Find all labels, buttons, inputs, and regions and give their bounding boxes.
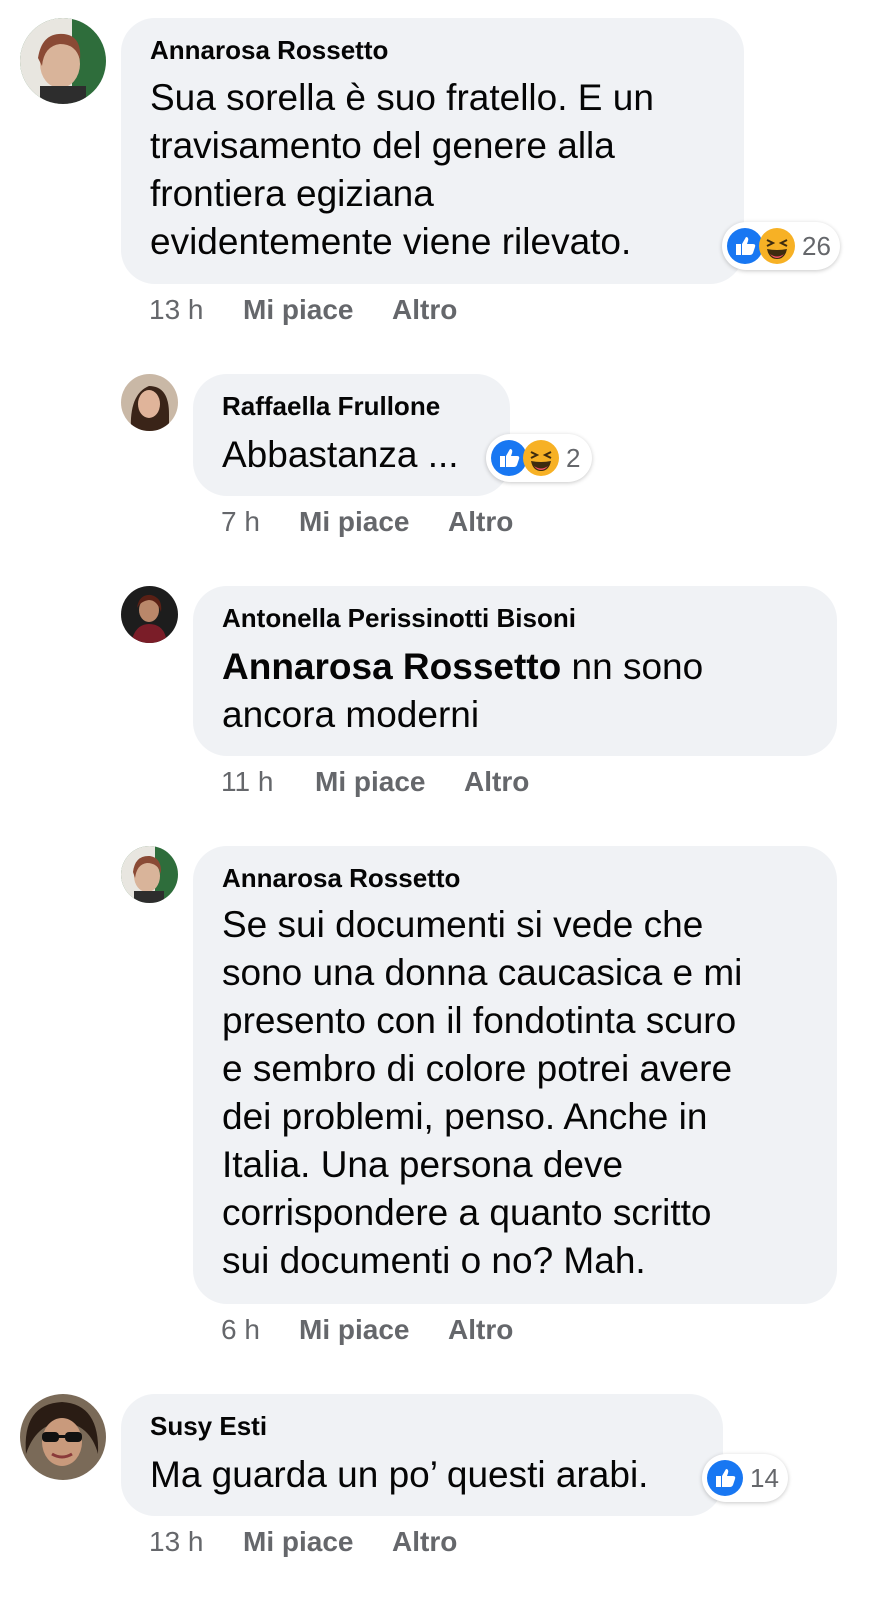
comment-bubble: Annarosa Rossetto Sua sorella è suo frat… <box>121 18 744 284</box>
comment-actions: 7 h Mi piace Altro <box>221 506 621 540</box>
reaction-count: 14 <box>750 1462 779 1493</box>
profile-photo <box>20 1394 106 1480</box>
avatar[interactable] <box>121 586 178 643</box>
comment-actions: 6 h Mi piace Altro <box>221 1314 621 1348</box>
comment-4: Annarosa Rossetto Se sui documenti si ve… <box>0 832 884 1372</box>
comment-timestamp[interactable]: 13 h <box>149 1526 204 1558</box>
comment-actions: 13 h Mi piace Altro <box>149 294 549 328</box>
comment-author[interactable]: Annarosa Rossetto <box>222 863 460 894</box>
haha-icon <box>759 228 795 264</box>
more-button[interactable]: Altro <box>464 766 529 798</box>
like-button[interactable]: Mi piace <box>243 294 353 326</box>
comment-timestamp[interactable]: 11 h <box>221 766 273 798</box>
comment-bubble: Susy Esti Ma guarda un po’ questi arabi. <box>121 1394 723 1516</box>
more-button[interactable]: Altro <box>392 1526 457 1558</box>
comment-text-line: sui documenti o no? Mah. <box>222 1240 646 1281</box>
comment-text-line: Italia. Una persona deve <box>222 1144 624 1185</box>
avatar[interactable] <box>20 1394 106 1480</box>
comment-text-line: frontiera egiziana <box>150 173 434 214</box>
like-button[interactable]: Mi piace <box>315 766 425 798</box>
comment-actions: 11 h Mi piace Altro <box>221 766 621 800</box>
comment-actions: 13 h Mi piace Altro <box>149 1526 549 1560</box>
comment-text-line: sono una donna caucasica e mi <box>222 952 743 993</box>
comment-timestamp[interactable]: 13 h <box>149 294 204 326</box>
reaction-count: 2 <box>566 442 581 473</box>
comment-bubble: Annarosa Rossetto Se sui documenti si ve… <box>193 846 837 1304</box>
comment-text-line: Sua sorella è suo fratello. E un <box>150 77 654 118</box>
reactions-summary[interactable]: 14 <box>702 1454 788 1502</box>
more-button[interactable]: Altro <box>392 294 457 326</box>
profile-photo <box>121 374 178 431</box>
comment-2: Raffaella Frullone Abbastanza ... 2 7 h … <box>0 360 884 560</box>
comment-text-line: presento con il fondotinta scuro <box>222 1000 737 1041</box>
comment-text: nn sono <box>561 646 704 687</box>
comment-author[interactable]: Susy Esti <box>150 1411 267 1442</box>
profile-photo <box>121 586 178 643</box>
reaction-count: 26 <box>802 230 831 261</box>
comment-text-line: Se sui documenti si vede che <box>222 904 704 945</box>
comment-text-line: evidentemente viene rilevato. <box>150 221 632 262</box>
comment-text-line: ancora moderni <box>222 694 480 735</box>
comment-author[interactable]: Raffaella Frullone <box>222 391 440 422</box>
more-button[interactable]: Altro <box>448 1314 513 1346</box>
comment-text-line: travisamento del genere alla <box>150 125 615 166</box>
comment-text-line: corrispondere a quanto scritto <box>222 1192 712 1233</box>
profile-photo <box>121 846 178 903</box>
more-button[interactable]: Altro <box>448 506 513 538</box>
like-button[interactable]: Mi piace <box>299 506 409 538</box>
like-button[interactable]: Mi piace <box>299 1314 409 1346</box>
comment-bubble: Raffaella Frullone Abbastanza ... <box>193 374 510 496</box>
comment-timestamp[interactable]: 6 h <box>221 1314 260 1346</box>
like-icon <box>707 1460 743 1496</box>
avatar[interactable] <box>20 18 106 104</box>
profile-photo <box>20 18 106 104</box>
avatar[interactable] <box>121 374 178 431</box>
comment-timestamp[interactable]: 7 h <box>221 506 260 538</box>
comment-text-line: e sembro di colore potrei avere <box>222 1048 733 1089</box>
avatar[interactable] <box>121 846 178 903</box>
comment-5: Susy Esti Ma guarda un po’ questi arabi.… <box>0 1380 884 1600</box>
reactions-summary[interactable]: 26 <box>722 222 840 270</box>
comment-1: Annarosa Rossetto Sua sorella è suo frat… <box>0 0 884 340</box>
comment-author[interactable]: Antonella Perissinotti Bisoni <box>222 603 576 634</box>
comment-text-line: Annarosa Rossetto nn sono <box>222 643 703 691</box>
comment-text-line: dei problemi, penso. Anche in <box>222 1096 708 1137</box>
mention-link[interactable]: Annarosa Rossetto <box>222 646 561 687</box>
comment-text-line: Ma guarda un po’ questi arabi. <box>150 1454 649 1495</box>
comment-bubble: Antonella Perissinotti Bisoni Annarosa R… <box>193 586 837 756</box>
reactions-summary[interactable]: 2 <box>486 434 592 482</box>
comment-author[interactable]: Annarosa Rossetto <box>150 35 388 66</box>
comment-text-line: Abbastanza ... <box>222 434 459 475</box>
comment-3: Antonella Perissinotti Bisoni Annarosa R… <box>0 572 884 822</box>
like-button[interactable]: Mi piace <box>243 1526 353 1558</box>
haha-icon <box>523 440 559 476</box>
